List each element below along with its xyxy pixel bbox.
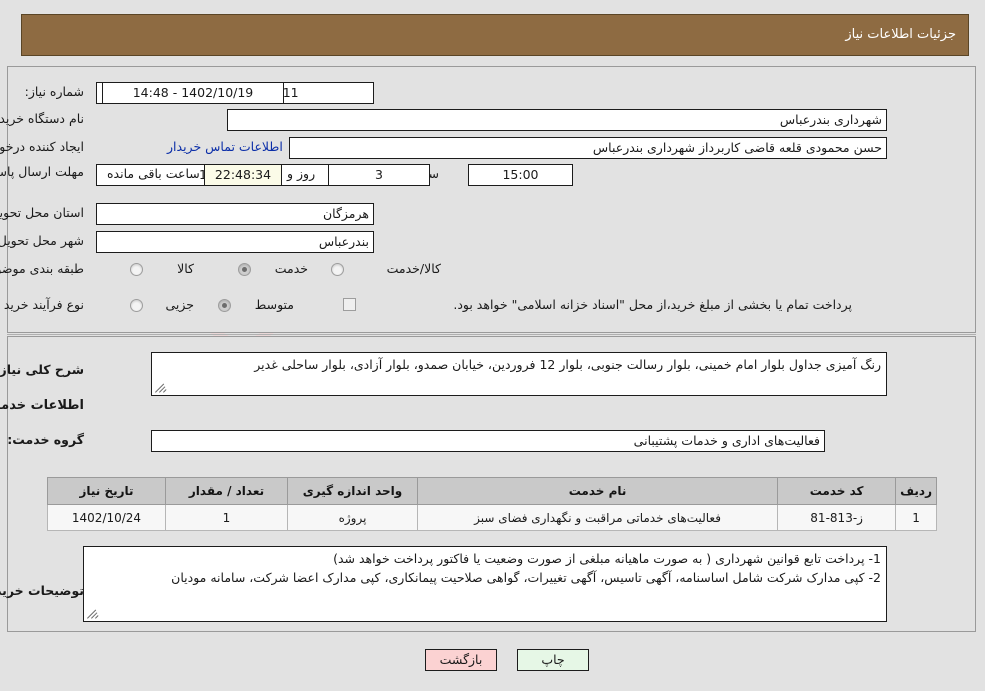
city-value: بندرعباس [97,231,375,253]
general-description-value: رنگ آمیزی جداول بلوار امام خمینی، بلوار … [255,357,882,372]
need-number-label: شماره نیاز: [25,84,85,99]
service-group-value: فعالیت‌های اداری و خدمات پشتیبانی [152,430,826,452]
radio-process-1-label: متوسط [255,297,295,312]
col-service-name: نام خدمت [417,477,780,505]
services-table-wrapper: ردیف کد خدمت نام خدمت واحد اندازه گیری ت… [48,477,938,531]
section-divider [8,334,977,335]
col-need-date: تاریخ نیاز [48,477,167,505]
buyer-org-label: نام دستگاه خریدار: [0,111,85,126]
buyer-org-value: شهرداری بندرعباس [228,109,888,131]
general-description-textarea[interactable]: رنگ آمیزی جداول بلوار امام خمینی، بلوار … [152,352,888,396]
city-label: شهر محل تحویل: [0,233,85,248]
services-section-heading: اطلاعات خدمات مورد نیاز [0,398,85,413]
cell-row-number: 1 [896,504,938,531]
deadline-countdown-value: 22:48:34 [205,164,283,186]
table-row: 1 ز-813-81 فعالیت‌های خدماتی مراقبت و نگ… [48,504,938,531]
process-type-label: نوع فرآیند خرید : [0,297,85,312]
buyer-notes-line-1: 1- پرداخت تابع قوانین شهرداری ( به صورت … [334,551,882,566]
deadline-time-value: 15:00 [469,164,574,186]
radio-category-1-label: خدمت [275,261,309,276]
col-row-number: ردیف [896,477,938,505]
radio-process-1[interactable] [219,299,232,312]
cell-service-name: فعالیت‌های خدماتی مراقبت و نگهداری فضای … [417,504,780,531]
cell-need-date: 1402/10/24 [48,504,167,531]
radio-category-2-label: کالا/خدمت [387,261,442,276]
buyer-notes-label: توضیحات خریدار: [0,583,85,598]
public-announce-value: 1402/10/19 - 14:48 [103,82,285,104]
col-service-code: کد خدمت [778,477,898,505]
province-label: استان محل تحویل: [0,205,85,220]
page-header-bar: جزئیات اطلاعات نیاز [22,14,970,56]
treasury-bonds-checkbox[interactable] [344,298,357,311]
service-group-label: گروه خدمت: [8,432,85,447]
cell-unit: پروژه [288,504,419,531]
cell-service-code: ز-813-81 [778,504,898,531]
resize-handle-icon[interactable] [156,381,168,393]
deadline-label-line1: مهلت ارسال پاسخ: تا تاریخ: [0,164,85,179]
page-title: جزئیات اطلاعات نیاز [846,27,957,42]
requester-label: ایجاد کننده درخواست: [0,139,85,154]
province-value: هرمزگان [97,203,375,225]
print-button[interactable]: چاپ [518,649,590,671]
deadline-remaining-label: ساعت باقی مانده [108,166,201,181]
buyer-notes-textarea[interactable]: 1- پرداخت تابع قوانین شهرداری ( به صورت … [84,546,888,622]
category-label: طبقه بندی موضوعی: [0,261,85,276]
deadline-days-value: 3 [329,164,431,186]
deadline-days-label: روز و [288,166,317,181]
radio-process-0-label: جزیی [166,297,195,312]
table-header-row: ردیف کد خدمت نام خدمت واحد اندازه گیری ت… [48,477,938,505]
requester-value: حسن محمودی قلعه قاضی کاربرداز شهرداری بن… [290,137,888,159]
general-description-label: شرح کلی نیاز: [0,362,85,377]
col-quantity: تعداد / مقدار [166,477,289,505]
back-button[interactable]: بازگشت [426,649,498,671]
buyer-contact-link[interactable]: اطلاعات تماس خریدار [168,139,284,154]
col-unit: واحد اندازه گیری [288,477,419,505]
buyer-notes-line-2: 2- کپی مدارک شرکت شامل اساسنامه، آگهی تا… [172,570,882,585]
radio-category-1[interactable] [239,263,252,276]
radio-category-0-label: کالا [178,261,195,276]
radio-category-0[interactable] [131,263,144,276]
treasury-bonds-label: پرداخت تمام یا بخشی از مبلغ خرید،از محل … [454,297,853,312]
need-info-panel [8,66,977,333]
resize-handle-icon[interactable] [88,607,100,619]
radio-category-2[interactable] [332,263,345,276]
radio-process-0[interactable] [131,299,144,312]
cell-quantity: 1 [166,504,289,531]
services-table: ردیف کد خدمت نام خدمت واحد اندازه گیری ت… [48,477,938,531]
